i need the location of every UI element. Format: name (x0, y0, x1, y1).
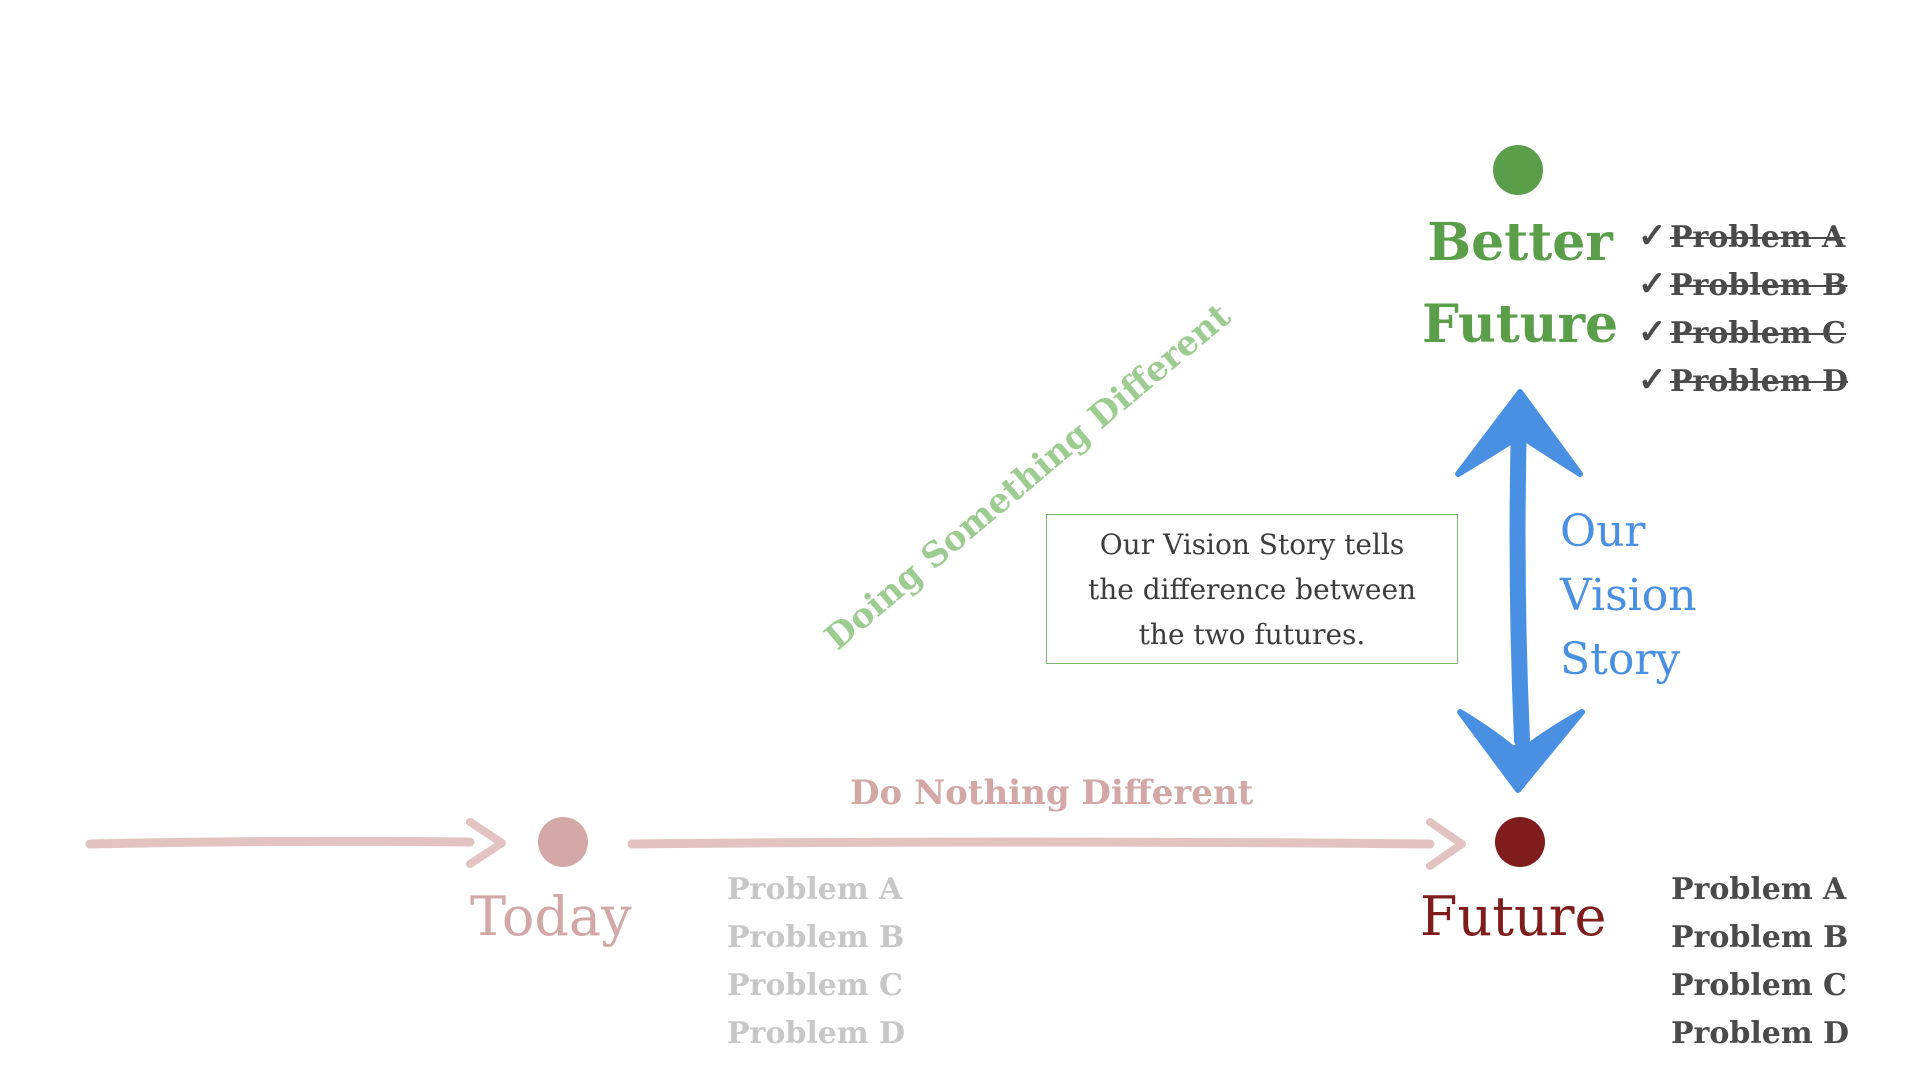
list-item: Problem C (727, 968, 903, 1003)
list-item: Problem A (1671, 872, 1847, 907)
resolved-problem: Problem A (1670, 220, 1846, 255)
list-item: Problem D (1671, 1016, 1850, 1051)
better-future-label-line1: Better (1427, 212, 1613, 273)
check-icon: ✓ (1638, 216, 1667, 256)
check-icon: ✓ (1638, 264, 1667, 304)
list-item: Problem B (727, 920, 905, 955)
vision-label-line: Story (1560, 634, 1681, 685)
future-label: Future (1420, 885, 1607, 948)
future-dot (1495, 817, 1545, 867)
timeline-arrowhead-left (466, 818, 506, 868)
list-item: ✓ Problem B (1638, 260, 1848, 308)
list-item: Problem B (1671, 920, 1849, 955)
vision-arrow-shaft (1509, 412, 1530, 748)
today-dot (538, 817, 588, 867)
timeline-arrow-middle (627, 837, 1435, 849)
better-future-label-line2: Future (1421, 294, 1619, 355)
resolved-problem: Problem B (1670, 268, 1848, 303)
vision-story-callout: Our Vision Story tells the difference be… (1046, 514, 1458, 664)
better-future-dot (1493, 145, 1543, 195)
resolved-problem: Problem D (1670, 364, 1849, 399)
resolved-problem: Problem C (1670, 316, 1846, 351)
vision-label-line: Our (1560, 506, 1646, 557)
callout-line: the difference between (1087, 572, 1417, 606)
future-problem-list: Problem A Problem B Problem C Problem D (1671, 866, 1849, 1058)
list-item: ✓ Problem A (1638, 212, 1848, 260)
today-problem-list: Problem A Problem B Problem C Problem D (727, 866, 905, 1058)
today-label: Today (470, 885, 632, 948)
vision-story-diagram: Today Future Better Future Problem A Pro… (0, 0, 1920, 1080)
check-icon: ✓ (1638, 312, 1667, 352)
callout-line: Our Vision Story tells (1099, 527, 1405, 561)
callout-line: the two futures. (1138, 617, 1366, 651)
do-nothing-path-label: Do Nothing Different (850, 773, 1254, 813)
better-future-problem-list: ✓ Problem A ✓ Problem B ✓ Problem C ✓ Proble… (1638, 212, 1848, 404)
list-item: Problem C (1671, 968, 1847, 1003)
list-item: ✓ Problem D (1638, 356, 1848, 404)
list-item: Problem D (727, 1016, 906, 1051)
vision-label-line: Vision (1560, 570, 1697, 621)
list-item: Problem A (727, 872, 903, 907)
list-item: ✓ Problem C (1638, 308, 1848, 356)
timeline-arrowhead-middle (1426, 818, 1466, 870)
check-icon: ✓ (1638, 360, 1667, 400)
vision-story-label: Our Vision Story (1560, 500, 1697, 692)
timeline-arrow-left (85, 836, 475, 849)
